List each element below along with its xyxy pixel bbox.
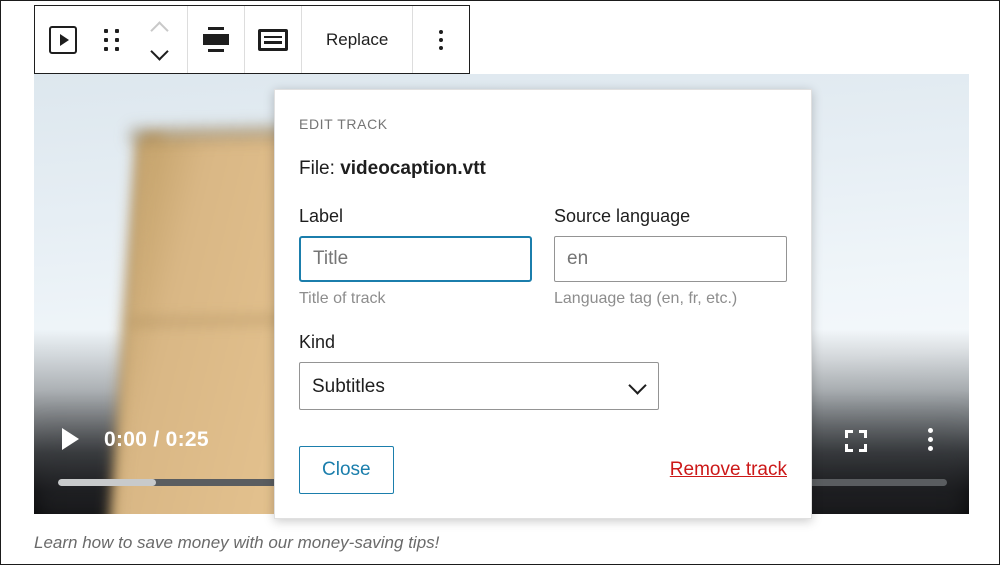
block-toolbar: Replace (34, 5, 471, 74)
popover-footer: Close Remove track (299, 446, 787, 494)
label-input[interactable] (299, 236, 532, 282)
block-movers-button[interactable] (135, 6, 183, 73)
toolbar-group-replace: Replace (302, 6, 414, 73)
block-movers-icon (152, 21, 166, 59)
time-display: 0:00 / 0:25 (104, 428, 209, 451)
toolbar-group-align (188, 6, 245, 73)
captions-icon (258, 28, 288, 51)
toolbar-group-block (35, 6, 188, 73)
language-input[interactable] (554, 236, 787, 282)
kind-field-group: Kind SubtitlesCaptionsDescriptionsChapte… (299, 332, 659, 410)
video-caption[interactable]: Learn how to save money with our money-s… (34, 533, 439, 553)
player-more-options-icon[interactable] (921, 428, 939, 454)
chevron-up-icon[interactable] (152, 21, 166, 35)
edit-track-popover: EDIT TRACK File: videocaption.vtt Label … (274, 89, 812, 519)
file-label: File: (299, 158, 335, 179)
track-fields-row: Label Title of track Source language Lan… (299, 206, 787, 308)
language-field-label: Source language (554, 206, 691, 226)
label-field-group: Label Title of track (299, 206, 532, 308)
video-block-type-button[interactable] (39, 6, 87, 73)
fullscreen-icon[interactable] (845, 430, 867, 452)
align-center-icon (203, 27, 229, 52)
remove-track-link[interactable]: Remove track (670, 459, 787, 481)
kind-select-wrap: SubtitlesCaptionsDescriptionsChaptersMet… (299, 362, 659, 410)
popover-title: EDIT TRACK (299, 116, 388, 132)
vertical-ellipsis-icon (439, 29, 444, 50)
video-block-icon (49, 25, 77, 54)
toolbar-group-captions (245, 6, 302, 73)
kind-select[interactable]: SubtitlesCaptionsDescriptionsChaptersMet… (299, 362, 659, 410)
replace-button[interactable]: Replace (306, 6, 408, 73)
chevron-down-icon[interactable] (152, 45, 166, 59)
more-options-button[interactable] (417, 6, 465, 73)
editor-page: 0:00 / 0:25 Replace EDIT TRACK File: vid… (0, 0, 1000, 565)
file-name-row: File: videocaption.vtt (299, 158, 787, 180)
file-name: videocaption.vtt (340, 158, 486, 179)
language-field-group: Source language Language tag (en, fr, et… (554, 206, 787, 308)
toolbar-group-more (413, 6, 469, 73)
drag-handle-button[interactable] (87, 6, 135, 73)
drag-handle-icon (103, 28, 119, 51)
captions-button[interactable] (249, 6, 297, 73)
language-field-help: Language tag (en, fr, etc.) (554, 290, 738, 307)
close-button[interactable]: Close (299, 446, 394, 494)
label-field-help: Title of track (299, 290, 386, 307)
align-button[interactable] (192, 6, 240, 73)
seek-progress (58, 479, 156, 486)
label-field-label: Label (299, 206, 344, 226)
play-icon[interactable] (62, 428, 84, 452)
kind-field-label: Kind (299, 332, 336, 352)
